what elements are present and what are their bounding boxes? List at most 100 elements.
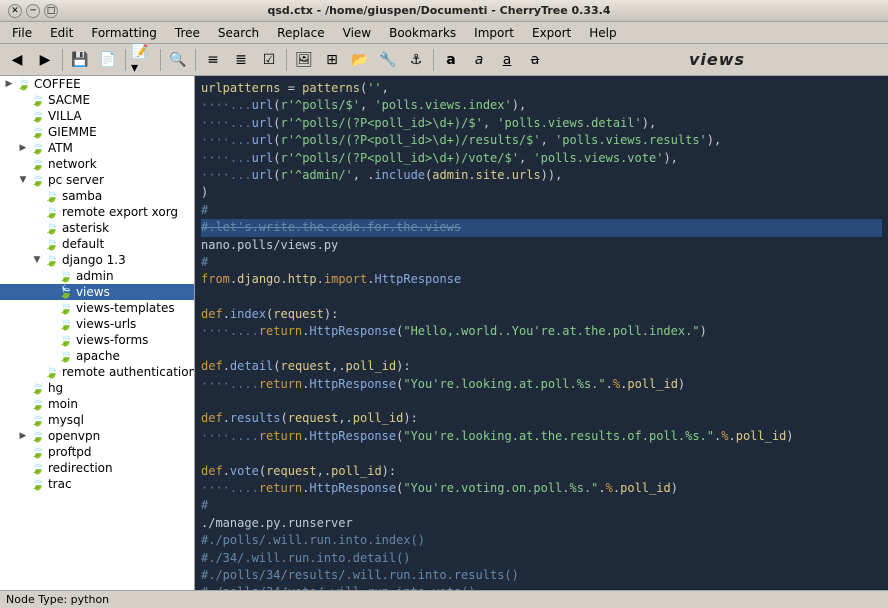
toolbar-table-btn[interactable]: ⊞: [319, 47, 345, 73]
sidebar-item-sacme[interactable]: 🍃 SACME: [0, 92, 194, 108]
toolbar-special-btn[interactable]: 🔧: [375, 47, 401, 73]
toolbar-separator-2: [125, 49, 126, 71]
proftpd-label: proftpd: [48, 445, 92, 459]
toolbar-file-btn[interactable]: 📂: [347, 47, 373, 73]
sidebar-item-villa[interactable]: 🍃 VILLA: [0, 108, 194, 124]
sidebar-item-remote-export[interactable]: 🍃 remote export xorg: [0, 204, 194, 220]
sidebar-item-redirection[interactable]: 🍃 redirection: [0, 460, 194, 476]
sidebar-item-network[interactable]: 🍃 network: [0, 156, 194, 172]
sidebar-item-views-urls[interactable]: 🍃 views-urls: [0, 316, 194, 332]
sidebar-item-views[interactable]: 🍃 views: [0, 284, 194, 300]
toolbar-list-bullet[interactable]: ≡: [200, 47, 226, 73]
atm-icon: 🍃: [30, 141, 45, 155]
sidebar-item-apache[interactable]: 🍃 apache: [0, 348, 194, 364]
status-text: Node Type: python: [6, 593, 109, 606]
code-line-15: ····....return.HttpResponse("Hello,.worl…: [201, 323, 882, 340]
menubar-item-formatting[interactable]: Formatting: [83, 24, 165, 42]
sidebar-item-mysql[interactable]: 🍃 mysql: [0, 412, 194, 428]
sidebar-item-samba[interactable]: 🍃 samba: [0, 188, 194, 204]
sidebar-item-asterisk[interactable]: 🍃 asterisk: [0, 220, 194, 236]
code-line-27: #./polls/.will.run.into.index(): [201, 532, 882, 549]
code-line-5: ····...url(r'^polls/(?P<poll_id>\d+)/vot…: [201, 150, 882, 167]
toggle-views: [44, 285, 58, 299]
toggle-pc-server[interactable]: ▼: [16, 173, 30, 187]
menubar-item-edit[interactable]: Edit: [42, 24, 81, 42]
toolbar-forward-button[interactable]: ▶: [32, 47, 58, 73]
sidebar-item-views-forms[interactable]: 🍃 views-forms: [0, 332, 194, 348]
redirection-icon: 🍃: [30, 461, 45, 475]
code-line-7: ): [201, 184, 882, 201]
sidebar-item-pc-server[interactable]: ▼ 🍃 pc server: [0, 172, 194, 188]
menubar-item-replace[interactable]: Replace: [269, 24, 332, 42]
toggle-django[interactable]: ▼: [30, 253, 44, 267]
toggle-villa: [16, 109, 30, 123]
menubar-item-file[interactable]: File: [4, 24, 40, 42]
sidebar-item-views-templates[interactable]: 🍃 views-templates: [0, 300, 194, 316]
code-line-8: #: [201, 202, 882, 219]
views-urls-label: views-urls: [76, 317, 136, 331]
code-line-19: [201, 393, 882, 410]
code-line-4: ····...url(r'^polls/(?P<poll_id>\d+)/res…: [201, 132, 882, 149]
close-button[interactable]: ✕: [8, 4, 22, 18]
code-line-12: from.django.http.import.HttpResponse: [201, 271, 882, 288]
menubar-item-bookmarks[interactable]: Bookmarks: [381, 24, 464, 42]
toolbar-node-dropdown[interactable]: 📝▾: [130, 47, 156, 73]
sidebar-item-default[interactable]: 🍃 default: [0, 236, 194, 252]
toggle-mysql: [16, 413, 30, 427]
sidebar-item-remote-auth[interactable]: 🍃 remote authentication: [0, 364, 194, 380]
sidebar-item-proftpd[interactable]: 🍃 proftpd: [0, 444, 194, 460]
sidebar-item-trac[interactable]: 🍃 trac: [0, 476, 194, 492]
asterisk-icon: 🍃: [44, 221, 59, 235]
toolbar-underline-btn[interactable]: a: [494, 47, 520, 73]
proftpd-icon: 🍃: [30, 445, 45, 459]
sidebar-item-openvpn[interactable]: ▶ 🍃 openvpn: [0, 428, 194, 444]
toggle-views-forms: [44, 333, 58, 347]
toolbar-image-btn[interactable]: 🖼: [291, 47, 317, 73]
menubar-item-help[interactable]: Help: [581, 24, 624, 42]
code-line-17: def.detail(request,.poll_id):: [201, 358, 882, 375]
menubar-item-import[interactable]: Import: [466, 24, 522, 42]
menubar-item-view[interactable]: View: [335, 24, 379, 42]
toggle-atm[interactable]: ▶: [16, 141, 30, 155]
toolbar-italic-btn[interactable]: a: [466, 47, 492, 73]
views-forms-label: views-forms: [76, 333, 148, 347]
sidebar-item-coffee[interactable]: ▶ 🍃 COFFEE: [0, 76, 194, 92]
code-line-10: nano.polls/views.py: [201, 237, 882, 254]
toggle-openvpn[interactable]: ▶: [16, 429, 30, 443]
sidebar-item-hg[interactable]: 🍃 hg: [0, 380, 194, 396]
toggle-default: [30, 237, 44, 251]
minimize-button[interactable]: ─: [26, 4, 40, 18]
sidebar-item-giemme[interactable]: 🍃 GIEMME: [0, 124, 194, 140]
toolbar-save-button[interactable]: 💾: [67, 47, 93, 73]
window-controls[interactable]: ✕ ─ □: [8, 4, 58, 18]
toolbar-back-button[interactable]: ◀: [4, 47, 30, 73]
sidebar-item-django[interactable]: ▼ 🍃 django 1.3: [0, 252, 194, 268]
sidebar-tree[interactable]: ▶ 🍃 COFFEE 🍃 SACME 🍃 VILLA 🍃 GIEMME ▶ 🍃 …: [0, 76, 195, 590]
toolbar-list-ordered[interactable]: ≣: [228, 47, 254, 73]
toolbar-separator-3: [160, 49, 161, 71]
toolbar-anchor-btn[interactable]: ⚓: [403, 47, 429, 73]
toggle-coffee[interactable]: ▶: [2, 77, 16, 91]
toolbar-separator-1: [62, 49, 63, 71]
toolbar-export-button[interactable]: 📄: [95, 47, 121, 73]
maximize-button[interactable]: □: [44, 4, 58, 18]
menubar-item-search[interactable]: Search: [210, 24, 267, 42]
toolbar-search-button[interactable]: 🔍: [165, 47, 191, 73]
toggle-redirection: [16, 461, 30, 475]
toolbar-bold-btn[interactable]: a: [438, 47, 464, 73]
code-editor[interactable]: urlpatterns = patterns('', ····...url(r'…: [195, 76, 888, 590]
code-line-2: ····...url(r'^polls/$', 'polls.views.ind…: [201, 97, 882, 114]
toolbar-strike-btn[interactable]: a: [522, 47, 548, 73]
menubar-item-tree[interactable]: Tree: [167, 24, 208, 42]
code-line-14: def.index(request):: [201, 306, 882, 323]
toggle-proftpd: [16, 445, 30, 459]
menubar-item-export[interactable]: Export: [524, 24, 579, 42]
sidebar-item-atm[interactable]: ▶ 🍃 ATM: [0, 140, 194, 156]
network-icon: 🍃: [30, 157, 45, 171]
sidebar-item-moin[interactable]: 🍃 moin: [0, 396, 194, 412]
code-line-25: #: [201, 497, 882, 514]
sidebar-item-admin[interactable]: 🍃 admin: [0, 268, 194, 284]
code-line-20: def.results(request,.poll_id):: [201, 410, 882, 427]
admin-label: admin: [76, 269, 114, 283]
toolbar-list-todo[interactable]: ☑: [256, 47, 282, 73]
